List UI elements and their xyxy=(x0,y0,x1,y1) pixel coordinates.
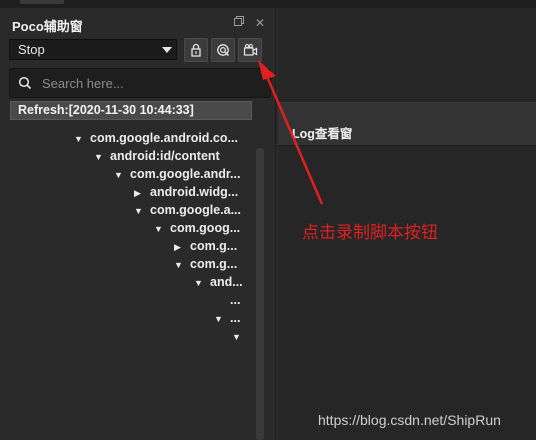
tree-node-label: com.google.a... xyxy=(150,203,241,217)
inspect-button[interactable] xyxy=(211,38,235,62)
top-strip xyxy=(0,0,536,8)
caret-down-icon[interactable]: ▼ xyxy=(74,134,90,144)
tree-node[interactable]: ▼ com.google.android.co... xyxy=(74,131,238,149)
tree-node[interactable]: ▼ com.google.andr... xyxy=(114,167,240,185)
annotation-arrow xyxy=(258,60,324,205)
mode-select[interactable]: Stop xyxy=(9,39,177,60)
tree-node-label: com.g... xyxy=(190,239,238,253)
watermark: https://blog.csdn.net/ShipRun xyxy=(318,412,501,428)
panel-title: Poco辅助窗 xyxy=(12,19,83,34)
caret-right-icon[interactable]: ▶ xyxy=(134,188,150,199)
mode-select-value: Stop xyxy=(18,42,45,57)
tree-node-label: ... xyxy=(230,293,241,307)
caret-down-icon[interactable]: ▼ xyxy=(134,206,150,216)
caret-down-icon[interactable]: ▼ xyxy=(94,152,110,162)
close-icon[interactable]: ✕ xyxy=(254,17,266,29)
caret-down-icon[interactable]: ▼ xyxy=(174,260,190,270)
lock-icon xyxy=(191,43,201,57)
inspect-icon xyxy=(217,44,230,57)
tree-node[interactable]: ▼ xyxy=(232,329,248,347)
poco-assistant-panel: Poco辅助窗 ✕ Stop Refres xyxy=(0,8,276,440)
tree-node-label: and... xyxy=(210,275,243,289)
caret-right-icon[interactable]: ▶ xyxy=(174,242,190,253)
search-input[interactable] xyxy=(42,75,262,92)
refresh-root-node[interactable]: Refresh:[2020-11-30 10:44:33] xyxy=(10,101,252,120)
tree-node-label: ... xyxy=(230,311,241,325)
record-script-icon xyxy=(243,44,257,56)
tree-node-label: com.google.andr... xyxy=(130,167,241,181)
float-window-icon[interactable] xyxy=(232,17,244,29)
caret-down-icon[interactable]: ▼ xyxy=(194,278,210,288)
search-icon xyxy=(18,76,32,90)
ui-hierarchy-tree: ▼ com.google.android.co... ▼ android:id/con… xyxy=(10,121,254,437)
tree-node[interactable]: ▼... xyxy=(214,311,240,329)
chevron-down-icon xyxy=(162,47,172,53)
tree-node-label: com.goog... xyxy=(170,221,241,235)
tree-node[interactable]: ▼ com.g... xyxy=(174,257,237,275)
tree-node-label: android:id/content xyxy=(110,149,220,163)
caret-down-icon[interactable]: ▼ xyxy=(114,170,130,180)
tree-node[interactable]: ▶ android.widg... xyxy=(134,185,238,203)
tree-node[interactable]: ▼ com.google.a... xyxy=(134,203,241,221)
tree-node[interactable]: ▼ com.goog... xyxy=(154,221,240,239)
lock-button[interactable] xyxy=(184,38,208,62)
tree-node-label: android.widg... xyxy=(150,185,239,199)
annotation-text: 点击录制脚本按钮 xyxy=(302,223,438,243)
caret-down-icon[interactable]: ▼ xyxy=(214,314,230,324)
tree-node[interactable]: ▼ android:id/content xyxy=(94,149,220,167)
tree-node[interactable]: ▶ com.g... xyxy=(174,239,237,257)
caret-down-icon[interactable]: ▼ xyxy=(154,224,170,234)
search-box xyxy=(9,68,271,98)
tree-node[interactable]: ▼ and... xyxy=(194,275,243,293)
tree-node[interactable]: ... xyxy=(214,293,240,311)
caret-down-icon[interactable]: ▼ xyxy=(232,332,248,342)
tree-node-label: com.google.android.co... xyxy=(90,131,238,145)
tree-node-label: com.g... xyxy=(190,257,238,271)
top-tab[interactable] xyxy=(20,0,64,4)
